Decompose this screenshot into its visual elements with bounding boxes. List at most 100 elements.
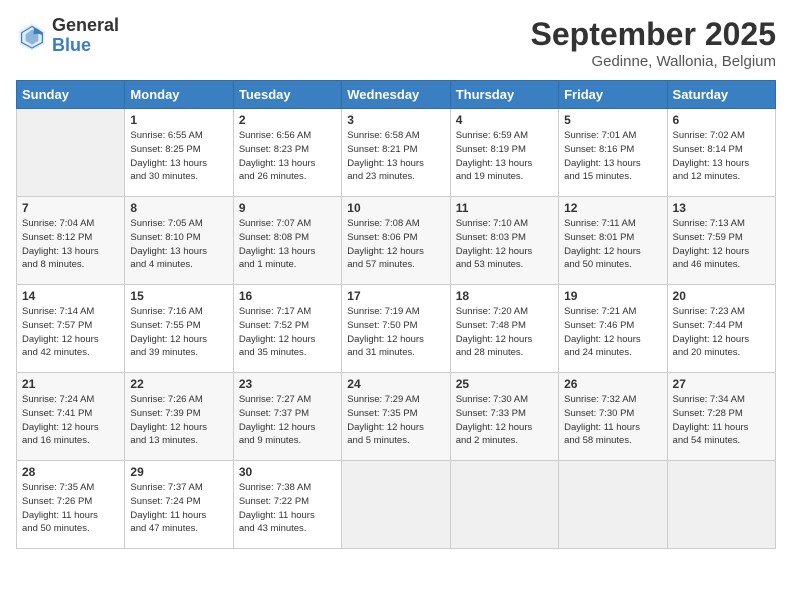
day-info: Sunrise: 7:35 AMSunset: 7:26 PMDaylight:… bbox=[22, 481, 119, 536]
day-info: Sunrise: 7:14 AMSunset: 7:57 PMDaylight:… bbox=[22, 305, 119, 360]
day-number: 22 bbox=[130, 377, 227, 391]
day-number: 1 bbox=[130, 113, 227, 127]
day-number: 30 bbox=[239, 465, 336, 479]
day-info: Sunrise: 6:59 AMSunset: 8:19 PMDaylight:… bbox=[456, 129, 553, 184]
calendar-cell bbox=[17, 109, 125, 197]
column-header-wednesday: Wednesday bbox=[342, 81, 450, 109]
day-number: 21 bbox=[22, 377, 119, 391]
day-info: Sunrise: 7:34 AMSunset: 7:28 PMDaylight:… bbox=[673, 393, 770, 448]
day-number: 8 bbox=[130, 201, 227, 215]
day-info: Sunrise: 7:17 AMSunset: 7:52 PMDaylight:… bbox=[239, 305, 336, 360]
calendar-cell: 11 Sunrise: 7:10 AMSunset: 8:03 PMDayligh… bbox=[450, 197, 558, 285]
column-header-sunday: Sunday bbox=[17, 81, 125, 109]
day-info: Sunrise: 7:13 AMSunset: 7:59 PMDaylight:… bbox=[673, 217, 770, 272]
calendar-cell: 20 Sunrise: 7:23 AMSunset: 7:44 PMDayligh… bbox=[667, 285, 775, 373]
day-info: Sunrise: 7:32 AMSunset: 7:30 PMDaylight:… bbox=[564, 393, 661, 448]
title-block: September 2025 Gedinne, Wallonia, Belgiu… bbox=[531, 16, 776, 70]
calendar-cell: 30 Sunrise: 7:38 AMSunset: 7:22 PMDayligh… bbox=[233, 461, 341, 549]
calendar-cell: 5 Sunrise: 7:01 AMSunset: 8:16 PMDaylight… bbox=[559, 109, 667, 197]
calendar-cell bbox=[450, 461, 558, 549]
day-number: 15 bbox=[130, 289, 227, 303]
day-number: 4 bbox=[456, 113, 553, 127]
day-info: Sunrise: 7:08 AMSunset: 8:06 PMDaylight:… bbox=[347, 217, 444, 272]
day-info: Sunrise: 7:29 AMSunset: 7:35 PMDaylight:… bbox=[347, 393, 444, 448]
day-number: 17 bbox=[347, 289, 444, 303]
day-number: 26 bbox=[564, 377, 661, 391]
month-title: September 2025 bbox=[531, 16, 776, 53]
day-info: Sunrise: 7:05 AMSunset: 8:10 PMDaylight:… bbox=[130, 217, 227, 272]
logo-blue-text: Blue bbox=[52, 35, 91, 55]
calendar-cell: 15 Sunrise: 7:16 AMSunset: 7:55 PMDayligh… bbox=[125, 285, 233, 373]
day-number: 2 bbox=[239, 113, 336, 127]
calendar-cell: 23 Sunrise: 7:27 AMSunset: 7:37 PMDayligh… bbox=[233, 373, 341, 461]
calendar-cell: 17 Sunrise: 7:19 AMSunset: 7:50 PMDayligh… bbox=[342, 285, 450, 373]
calendar-cell: 18Sunrise: 7:20 AMSunset: 7:48 PMDayligh… bbox=[450, 285, 558, 373]
day-info: Sunrise: 7:19 AMSunset: 7:50 PMDaylight:… bbox=[347, 305, 444, 360]
day-info: Sunrise: 7:37 AMSunset: 7:24 PMDaylight:… bbox=[130, 481, 227, 536]
day-info: Sunrise: 7:23 AMSunset: 7:44 PMDaylight:… bbox=[673, 305, 770, 360]
calendar-cell: 28 Sunrise: 7:35 AMSunset: 7:26 PMDayligh… bbox=[17, 461, 125, 549]
calendar-cell: 9 Sunrise: 7:07 AMSunset: 8:08 PMDaylight… bbox=[233, 197, 341, 285]
calendar-cell: 7 Sunrise: 7:04 AMSunset: 8:12 PMDaylight… bbox=[17, 197, 125, 285]
day-number: 13 bbox=[673, 201, 770, 215]
calendar-cell: 27 Sunrise: 7:34 AMSunset: 7:28 PMDayligh… bbox=[667, 373, 775, 461]
day-info: Sunrise: 7:11 AMSunset: 8:01 PMDaylight:… bbox=[564, 217, 661, 272]
column-header-saturday: Saturday bbox=[667, 81, 775, 109]
day-number: 7 bbox=[22, 201, 119, 215]
calendar-cell: 13 Sunrise: 7:13 AMSunset: 7:59 PMDayligh… bbox=[667, 197, 775, 285]
day-info: Sunrise: 7:02 AMSunset: 8:14 PMDaylight:… bbox=[673, 129, 770, 184]
day-number: 5 bbox=[564, 113, 661, 127]
calendar-cell: 29Sunrise: 7:37 AMSunset: 7:24 PMDayligh… bbox=[125, 461, 233, 549]
day-number: 3 bbox=[347, 113, 444, 127]
day-number: 6 bbox=[673, 113, 770, 127]
calendar-table: SundayMondayTuesdayWednesdayThursdayFrid… bbox=[16, 80, 776, 549]
day-number: 19 bbox=[564, 289, 661, 303]
day-info: Sunrise: 7:01 AMSunset: 8:16 PMDaylight:… bbox=[564, 129, 661, 184]
calendar-cell: 19 Sunrise: 7:21 AMSunset: 7:46 PMDayligh… bbox=[559, 285, 667, 373]
calendar-cell: 21 Sunrise: 7:24 AMSunset: 7:41 PMDayligh… bbox=[17, 373, 125, 461]
day-number: 12 bbox=[564, 201, 661, 215]
day-number: 11 bbox=[456, 201, 553, 215]
column-header-thursday: Thursday bbox=[450, 81, 558, 109]
calendar-cell: 2Sunrise: 6:56 AMSunset: 8:23 PMDaylight… bbox=[233, 109, 341, 197]
day-info: Sunrise: 7:26 AMSunset: 7:39 PMDaylight:… bbox=[130, 393, 227, 448]
day-number: 24 bbox=[347, 377, 444, 391]
column-header-tuesday: Tuesday bbox=[233, 81, 341, 109]
calendar-cell: 16 Sunrise: 7:17 AMSunset: 7:52 PMDayligh… bbox=[233, 285, 341, 373]
page-header: General Blue September 2025 Gedinne, Wal… bbox=[16, 16, 776, 70]
day-number: 9 bbox=[239, 201, 336, 215]
calendar-cell: 1 Sunrise: 6:55 AMSunset: 8:25 PMDaylight… bbox=[125, 109, 233, 197]
day-number: 28 bbox=[22, 465, 119, 479]
calendar-cell: 22 Sunrise: 7:26 AMSunset: 7:39 PMDayligh… bbox=[125, 373, 233, 461]
day-number: 25 bbox=[456, 377, 553, 391]
day-info: Sunrise: 7:16 AMSunset: 7:55 PMDaylight:… bbox=[130, 305, 227, 360]
calendar-cell bbox=[667, 461, 775, 549]
calendar-cell: 8 Sunrise: 7:05 AMSunset: 8:10 PMDaylight… bbox=[125, 197, 233, 285]
day-number: 27 bbox=[673, 377, 770, 391]
calendar-cell: 3Sunrise: 6:58 AMSunset: 8:21 PMDaylight… bbox=[342, 109, 450, 197]
day-info: Sunrise: 7:24 AMSunset: 7:41 PMDaylight:… bbox=[22, 393, 119, 448]
calendar-cell: 25Sunrise: 7:30 AMSunset: 7:33 PMDayligh… bbox=[450, 373, 558, 461]
day-number: 18 bbox=[456, 289, 553, 303]
day-info: Sunrise: 6:55 AMSunset: 8:25 PMDaylight:… bbox=[130, 129, 227, 184]
location-text: Gedinne, Wallonia, Belgium bbox=[531, 53, 776, 70]
calendar-cell: 24 Sunrise: 7:29 AMSunset: 7:35 PMDayligh… bbox=[342, 373, 450, 461]
day-number: 20 bbox=[673, 289, 770, 303]
day-info: Sunrise: 7:07 AMSunset: 8:08 PMDaylight:… bbox=[239, 217, 336, 272]
calendar-cell bbox=[559, 461, 667, 549]
column-header-friday: Friday bbox=[559, 81, 667, 109]
day-number: 10 bbox=[347, 201, 444, 215]
day-number: 16 bbox=[239, 289, 336, 303]
day-info: Sunrise: 7:10 AMSunset: 8:03 PMDaylight:… bbox=[456, 217, 553, 272]
day-info: Sunrise: 7:38 AMSunset: 7:22 PMDaylight:… bbox=[239, 481, 336, 536]
day-info: Sunrise: 7:21 AMSunset: 7:46 PMDaylight:… bbox=[564, 305, 661, 360]
column-header-monday: Monday bbox=[125, 81, 233, 109]
calendar-cell bbox=[342, 461, 450, 549]
day-info: Sunrise: 7:04 AMSunset: 8:12 PMDaylight:… bbox=[22, 217, 119, 272]
day-number: 14 bbox=[22, 289, 119, 303]
calendar-cell: 10 Sunrise: 7:08 AMSunset: 8:06 PMDayligh… bbox=[342, 197, 450, 285]
day-info: Sunrise: 7:27 AMSunset: 7:37 PMDaylight:… bbox=[239, 393, 336, 448]
logo-icon bbox=[16, 20, 48, 52]
day-number: 23 bbox=[239, 377, 336, 391]
calendar-cell: 6 Sunrise: 7:02 AMSunset: 8:14 PMDaylight… bbox=[667, 109, 775, 197]
